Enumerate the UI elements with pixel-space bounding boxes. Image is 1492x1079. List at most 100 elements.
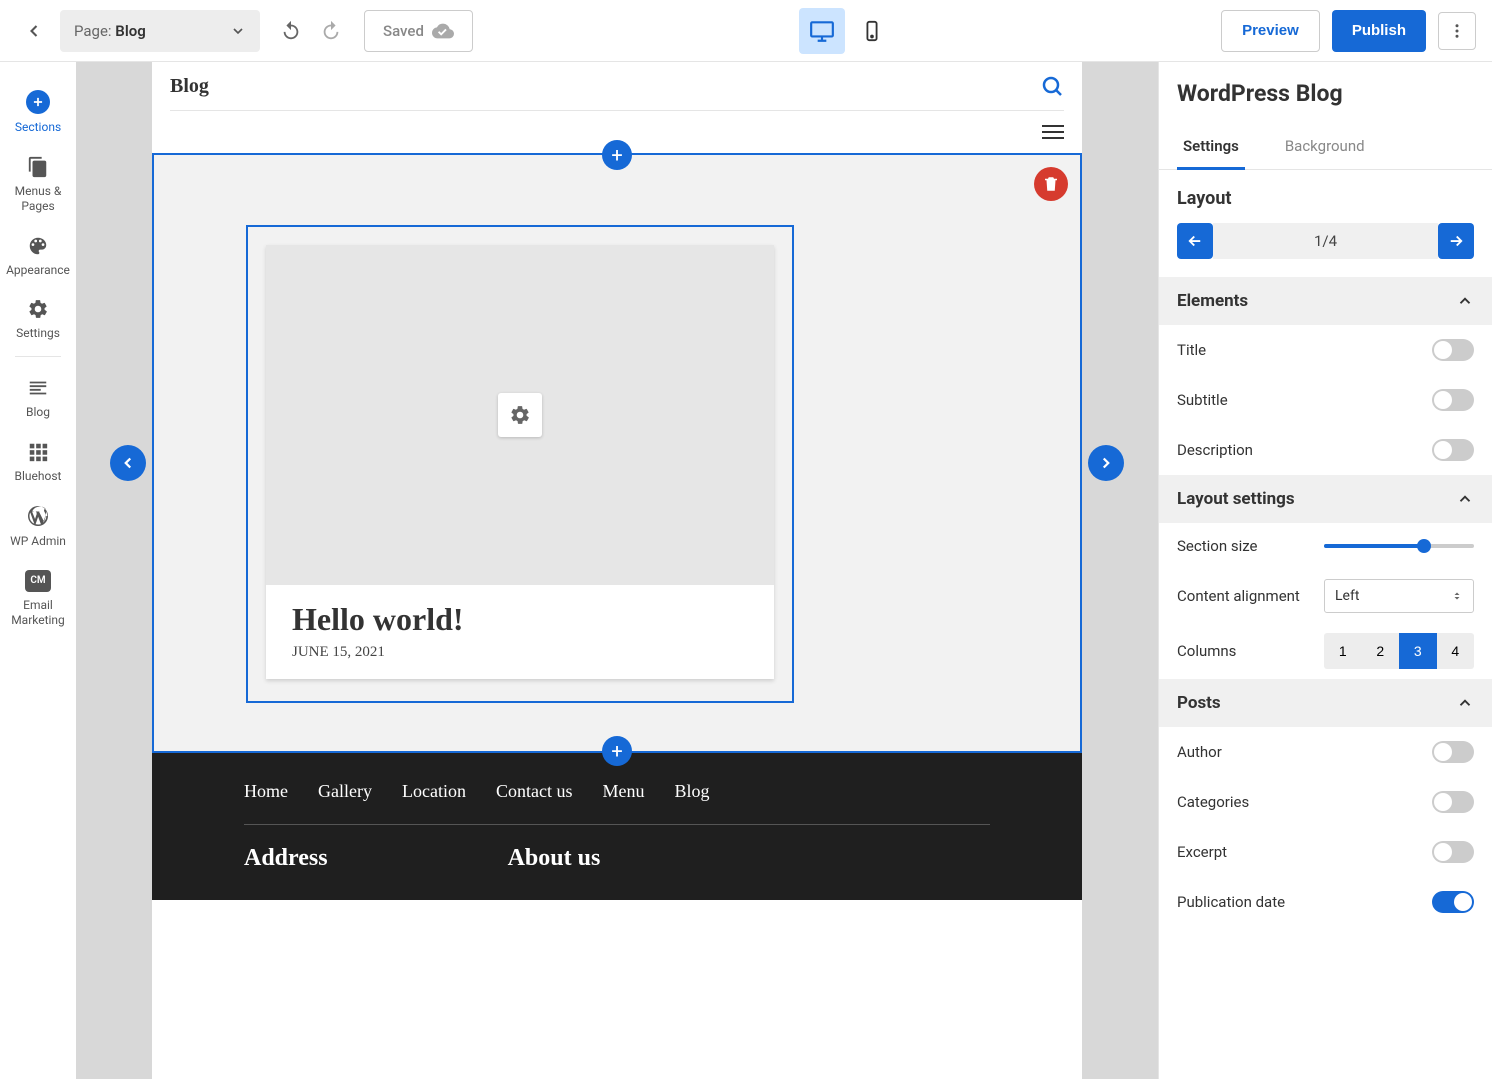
publish-button[interactable]: Publish <box>1332 10 1426 52</box>
sidebar-item-label: Blog <box>26 405 50 421</box>
title-toggle[interactable] <box>1432 339 1474 361</box>
excerpt-toggle[interactable] <box>1432 841 1474 863</box>
content-alignment-select[interactable]: Left <box>1324 579 1474 613</box>
add-section-below-button[interactable]: + <box>602 736 632 766</box>
edit-element-button[interactable] <box>498 393 542 437</box>
toggle-row-subtitle: Subtitle <box>1159 375 1492 425</box>
toolbar-right-actions: Preview Publish <box>1221 10 1476 52</box>
hamburger-menu-icon[interactable] <box>1042 125 1064 139</box>
selected-blog-section[interactable]: + <box>152 153 1082 753</box>
sidebar-item-label: Sections <box>15 120 61 136</box>
toggle-row-title: Title <box>1159 325 1492 375</box>
footer-nav-link[interactable]: Gallery <box>318 781 372 802</box>
undo-button[interactable] <box>280 20 302 42</box>
sidebar-item-appearance[interactable]: Appearance <box>0 225 76 289</box>
toggle-row-description: Description <box>1159 425 1492 475</box>
section-size-slider[interactable] <box>1324 544 1474 548</box>
elements-group-header[interactable]: Elements <box>1159 277 1492 325</box>
categories-toggle[interactable] <box>1432 791 1474 813</box>
sidebar-item-label: Menus & Pages <box>0 184 76 215</box>
mobile-view-button[interactable] <box>849 8 895 54</box>
left-sidebar: Sections Menus & Pages Appearance Settin… <box>0 62 76 1079</box>
preview-button[interactable]: Preview <box>1221 10 1320 52</box>
desktop-view-button[interactable] <box>799 8 845 54</box>
sidebar-item-email-marketing[interactable]: CM Email Marketing <box>0 560 76 639</box>
blog-post-card-selected[interactable]: Hello world! JUNE 15, 2021 <box>246 225 794 703</box>
device-toggle <box>799 8 895 54</box>
chevron-up-icon <box>1456 694 1474 712</box>
toggle-label: Title <box>1177 341 1206 359</box>
chevron-up-icon <box>1456 292 1474 310</box>
group-label: Posts <box>1177 693 1221 713</box>
redo-button[interactable] <box>320 20 342 42</box>
subtitle-toggle[interactable] <box>1432 389 1474 411</box>
palette-icon <box>27 235 49 257</box>
description-toggle[interactable] <box>1432 439 1474 461</box>
top-toolbar: Page: Blog Saved Preview Publish <box>0 0 1492 62</box>
footer-nav-link[interactable]: Menu <box>602 781 644 802</box>
layout-settings-group-header[interactable]: Layout settings <box>1159 475 1492 523</box>
add-section-above-button[interactable]: + <box>602 140 632 170</box>
toggle-label: Author <box>1177 743 1222 761</box>
toggle-label: Subtitle <box>1177 391 1228 409</box>
sidebar-item-sections[interactable]: Sections <box>0 80 76 146</box>
sidebar-item-label: WP Admin <box>10 534 66 550</box>
author-toggle[interactable] <box>1432 741 1474 763</box>
columns-option-4[interactable]: 4 <box>1437 633 1475 669</box>
columns-label: Columns <box>1177 642 1236 660</box>
layout-next-button[interactable] <box>1438 223 1474 259</box>
toggle-label: Description <box>1177 441 1253 459</box>
preview-footer: Home Gallery Location Contact us Menu Bl… <box>152 753 1082 900</box>
sidebar-item-settings[interactable]: Settings <box>0 288 76 352</box>
grid-icon <box>27 441 49 463</box>
saved-indicator: Saved <box>364 10 473 52</box>
sidebar-item-wp-admin[interactable]: WP Admin <box>0 494 76 560</box>
toggle-row-publication-date: Publication date <box>1159 877 1492 927</box>
footer-divider <box>244 824 990 825</box>
footer-columns: Address About us <box>244 845 990 872</box>
footer-nav-link[interactable]: Blog <box>674 781 709 802</box>
undo-redo-group <box>280 20 342 42</box>
chevron-up-icon <box>1456 490 1474 508</box>
footer-nav-link[interactable]: Home <box>244 781 288 802</box>
columns-option-3[interactable]: 3 <box>1399 633 1437 669</box>
preview-header: Blog <box>152 62 1082 110</box>
delete-section-button[interactable] <box>1034 167 1068 201</box>
layout-nav: 1/4 <box>1177 223 1474 259</box>
blog-post-text: Hello world! JUNE 15, 2021 <box>266 585 774 679</box>
cloud-check-icon <box>432 20 454 42</box>
toggle-label: Categories <box>1177 793 1249 811</box>
more-options-button[interactable] <box>1438 12 1476 50</box>
sidebar-item-blog[interactable]: Blog <box>0 367 76 431</box>
page-selector[interactable]: Page: Blog <box>60 10 260 52</box>
footer-heading-about: About us <box>508 845 601 872</box>
section-nav-prev[interactable] <box>110 445 146 481</box>
sidebar-item-label: Appearance <box>6 263 70 279</box>
search-icon[interactable] <box>1040 74 1064 98</box>
select-arrows-icon <box>1451 590 1463 602</box>
panel-tabs: Settings Background <box>1159 125 1492 170</box>
gear-icon <box>27 298 49 320</box>
section-nav-next[interactable] <box>1088 445 1124 481</box>
columns-row: Columns 1 2 3 4 <box>1159 623 1492 679</box>
sidebar-item-label: Bluehost <box>15 469 62 485</box>
toggle-label: Excerpt <box>1177 843 1227 861</box>
footer-nav-link[interactable]: Location <box>402 781 466 802</box>
toggle-row-categories: Categories <box>1159 777 1492 827</box>
tab-background[interactable]: Background <box>1279 125 1371 170</box>
footer-nav-link[interactable]: Contact us <box>496 781 573 802</box>
toggle-row-author: Author <box>1159 727 1492 777</box>
columns-option-2[interactable]: 2 <box>1362 633 1400 669</box>
select-value: Left <box>1335 588 1359 604</box>
back-button[interactable] <box>16 13 52 49</box>
select-label: Content alignment <box>1177 587 1300 605</box>
layout-heading: Layout <box>1177 188 1474 209</box>
group-label: Elements <box>1177 291 1248 311</box>
publication-date-toggle[interactable] <box>1432 891 1474 913</box>
layout-prev-button[interactable] <box>1177 223 1213 259</box>
posts-group-header[interactable]: Posts <box>1159 679 1492 727</box>
sidebar-item-menus-pages[interactable]: Menus & Pages <box>0 146 76 225</box>
tab-settings[interactable]: Settings <box>1177 125 1245 170</box>
columns-option-1[interactable]: 1 <box>1324 633 1362 669</box>
sidebar-item-bluehost[interactable]: Bluehost <box>0 431 76 495</box>
